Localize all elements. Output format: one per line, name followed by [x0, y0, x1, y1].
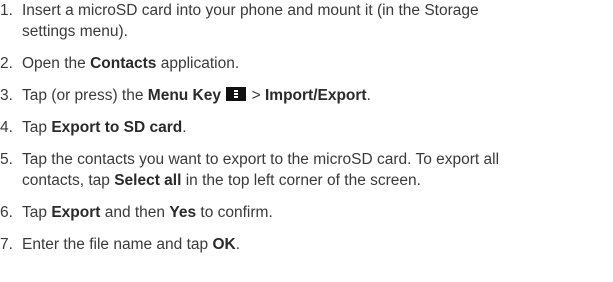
step-text-part: Open the — [22, 55, 91, 72]
export-label: Export — [51, 204, 101, 221]
yes-label: Yes — [169, 204, 197, 221]
step-text-part: contacts, tap — [22, 172, 115, 189]
step-text: Tap (or press) the Menu Key > Import/Exp… — [22, 85, 613, 106]
import-export-label: Import/Export — [264, 87, 367, 104]
step-2: 2. Open the Contacts application. — [0, 53, 613, 74]
step-text-part: in the top left corner of the screen. — [181, 172, 421, 189]
step-text-part: > — [247, 87, 265, 104]
step-6: 6. Tap Export and then Yes to confirm. — [0, 202, 613, 223]
step-1: 1. Insert a microSD card into your phone… — [0, 0, 613, 42]
step-5: 5. Tap the contacts you want to export t… — [0, 149, 613, 191]
menu-key-label: Menu Key — [147, 87, 221, 104]
ok-label: OK — [212, 236, 236, 253]
step-text-part: . — [235, 236, 240, 253]
contacts-app-name: Contacts — [90, 55, 157, 72]
step-number: 4. — [0, 119, 13, 136]
step-text-part: application. — [156, 55, 240, 72]
export-to-sd-label: Export to SD card — [51, 119, 183, 136]
step-number: 6. — [0, 204, 13, 221]
step-text: Tap Export and then Yes to confirm. — [22, 202, 613, 223]
instruction-steps: 1. Insert a microSD card into your phone… — [0, 0, 613, 266]
step-text-line: Insert a microSD card into your phone an… — [22, 2, 479, 19]
menu-key-icon — [226, 87, 247, 101]
step-text-part: and then — [100, 204, 170, 221]
step-number: 3. — [0, 87, 13, 104]
select-all-label: Select all — [114, 172, 182, 189]
step-text-part: . — [366, 87, 371, 104]
step-3: 3. Tap (or press) the Menu Key > Import/… — [0, 85, 613, 106]
step-text: Tap Export to SD card. — [22, 117, 613, 138]
step-text: Enter the file name and tap OK. — [22, 234, 613, 255]
step-text-part: Tap — [22, 204, 52, 221]
step-4: 4. Tap Export to SD card. — [0, 117, 613, 138]
step-text-part: Tap — [22, 119, 52, 136]
step-number: 7. — [0, 236, 13, 253]
step-text-line: contacts, tap Select all in the top left… — [22, 170, 613, 191]
step-number: 2. — [0, 55, 13, 72]
step-text-line: Tap the contacts you want to export to t… — [22, 151, 500, 168]
step-text-part: Enter the file name and tap — [22, 236, 213, 253]
step-7: 7. Enter the file name and tap OK. — [0, 234, 613, 255]
step-number: 1. — [0, 2, 13, 19]
step-text: Open the Contacts application. — [22, 53, 613, 74]
step-text-line: settings menu). — [22, 23, 128, 40]
step-number: 5. — [0, 151, 13, 168]
step-text-part: . — [182, 119, 187, 136]
step-text-part: to confirm. — [196, 204, 273, 221]
step-text-part: Tap (or press) the — [22, 87, 148, 104]
